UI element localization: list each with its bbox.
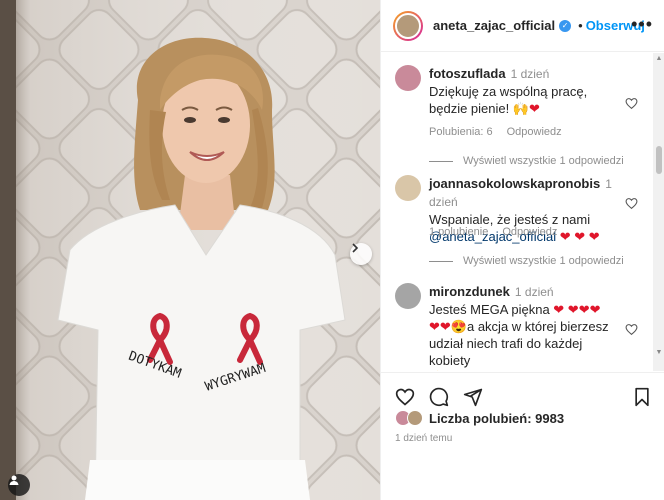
verified-badge-icon: ✓ bbox=[559, 19, 572, 32]
post-header: aneta_zajac_official ✓ • Obserwuj ••• bbox=[381, 0, 664, 52]
likes-summary[interactable]: Liczba polubień: 9983 bbox=[395, 410, 564, 426]
likes-count[interactable]: Liczba polubień: 9983 bbox=[429, 411, 564, 426]
comment-text: Wspaniale, że jesteś z nami bbox=[429, 212, 591, 227]
comment-emoji: ❤ ❤❤❤ bbox=[553, 302, 601, 317]
comment-username[interactable]: fotoszuflada bbox=[429, 66, 506, 81]
comment-heart-icon[interactable] bbox=[625, 97, 638, 110]
author-avatar[interactable] bbox=[393, 10, 423, 41]
liker-avatar bbox=[407, 410, 423, 426]
more-options-icon[interactable]: ••• bbox=[631, 14, 653, 35]
view-replies[interactable]: Wyświetl wszystkie 1 odpowiedzi bbox=[429, 255, 624, 267]
reply-button[interactable]: Odpowiedz bbox=[507, 126, 562, 138]
comment-meta: 1 polubienie Odpowiedz bbox=[429, 226, 571, 238]
comment-username[interactable]: joannasokolowskapronobis bbox=[429, 176, 600, 191]
comment-heart-icon[interactable] bbox=[625, 197, 638, 210]
comment-meta: Polubienia: 6 Odpowiedz bbox=[429, 126, 576, 138]
comment-likes[interactable]: 1 polubienie bbox=[429, 226, 488, 238]
tag-user-icon bbox=[9, 475, 19, 485]
comment-emoji: ❤ bbox=[529, 101, 540, 116]
heart-icon[interactable] bbox=[395, 387, 415, 407]
author-username[interactable]: aneta_zajac_official bbox=[433, 18, 555, 33]
view-replies-label: Wyświetl wszystkie 1 odpowiedzi bbox=[463, 255, 624, 267]
separator-dot: • bbox=[578, 18, 583, 33]
comment-text: Dziękuję za wspólną pracę, będzie pienie… bbox=[429, 84, 588, 116]
comments-scrollbar[interactable]: ▲ ▼ bbox=[653, 53, 664, 371]
comment-body: fotoszuflada 1 dzień Dziękuję za wspólną … bbox=[429, 65, 619, 117]
comment-heart-icon[interactable] bbox=[625, 323, 638, 336]
comment-time: 1 dzień bbox=[510, 67, 550, 81]
comment-icon[interactable] bbox=[429, 387, 449, 407]
post-photo: DOTYKAM WYGRYWAM bbox=[0, 0, 380, 500]
next-arrow-icon bbox=[352, 243, 359, 253]
tagged-users-button[interactable] bbox=[8, 474, 30, 496]
comment-avatar[interactable] bbox=[395, 175, 421, 201]
view-replies[interactable]: Wyświetl wszystkie 1 odpowiedzi bbox=[429, 155, 624, 167]
comment-likes[interactable]: Polubienia: 6 bbox=[429, 126, 493, 138]
comment-username[interactable]: mironzdunek bbox=[429, 284, 510, 299]
next-photo-button[interactable] bbox=[350, 243, 372, 265]
bookmark-icon[interactable] bbox=[633, 387, 651, 407]
comment-emoji: ❤❤😍 bbox=[429, 319, 467, 334]
comment-emoji: 👍 bbox=[429, 370, 445, 371]
scrollbar-thumb[interactable] bbox=[656, 146, 662, 174]
post-timestamp[interactable]: 1 dzień temu bbox=[395, 433, 452, 444]
comment-avatar[interactable] bbox=[395, 65, 421, 91]
comments-list: fotoszuflada 1 dzień Dziękuję za wspólną … bbox=[381, 53, 653, 371]
comment-text: Jesteś MEGA piękna bbox=[429, 302, 550, 317]
share-icon[interactable] bbox=[463, 387, 483, 407]
post-details-panel: aneta_zajac_official ✓ • Obserwuj ••• fo… bbox=[380, 0, 664, 500]
view-replies-label: Wyświetl wszystkie 1 odpowiedzi bbox=[463, 155, 624, 167]
comment-body: mironzdunek 1 dzień Jesteś MEGA piękna ❤ … bbox=[429, 283, 625, 371]
photo-illustration: DOTYKAM WYGRYWAM bbox=[0, 0, 380, 500]
comment-avatar[interactable] bbox=[395, 283, 421, 309]
reply-button[interactable]: Odpowiedz bbox=[502, 226, 557, 238]
comment-time: 1 dzień bbox=[514, 285, 554, 299]
